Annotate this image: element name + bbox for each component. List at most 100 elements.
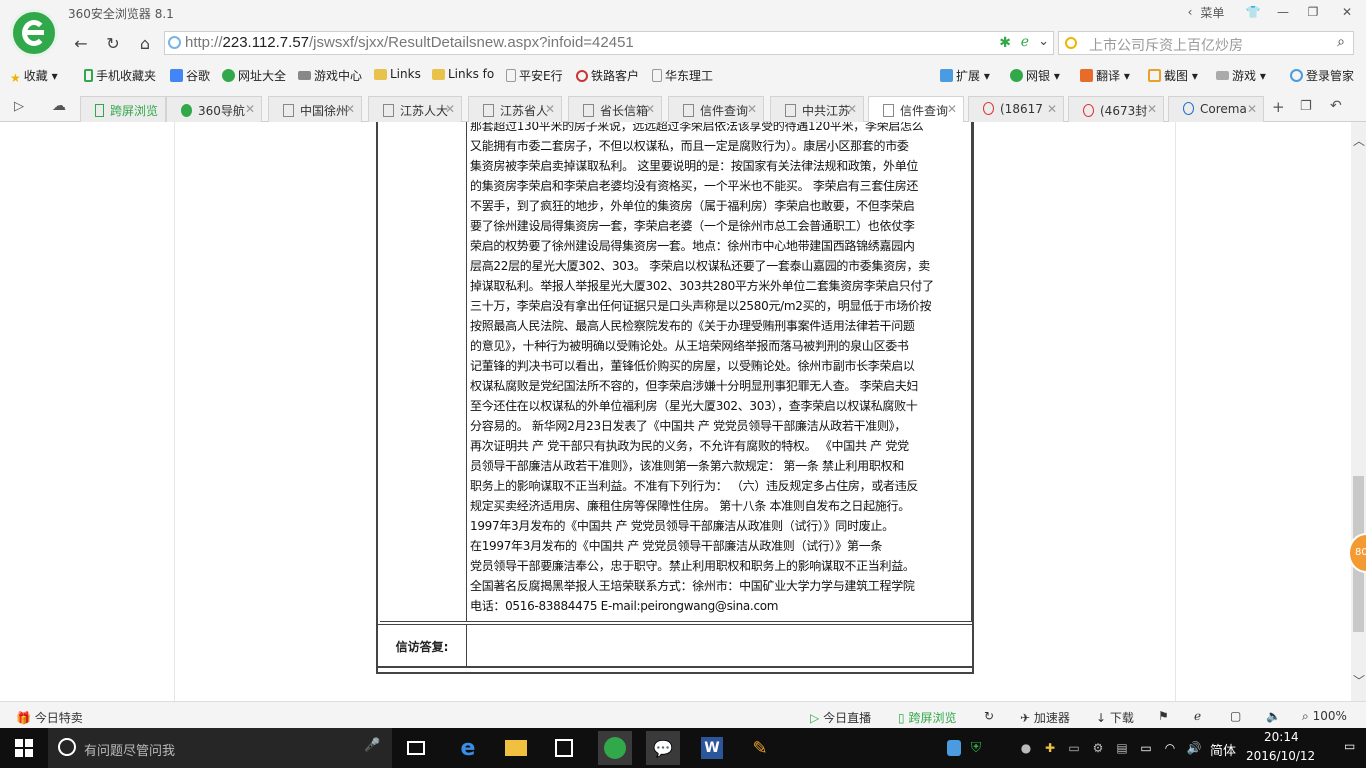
close-icon[interactable]: ✕ <box>947 102 957 116</box>
back-icon[interactable]: ← <box>68 31 94 55</box>
phone-icon <box>84 69 93 82</box>
action-center-icon[interactable]: ▭ <box>1344 739 1355 753</box>
volume-icon[interactable]: 🔊 <box>1180 734 1208 762</box>
magnifier-icon: ⌕ <box>1302 709 1309 723</box>
bookmark-links-fo[interactable]: Links fo <box>432 67 494 81</box>
refresh-status-icon[interactable]: ↻ <box>984 709 994 723</box>
security-icon[interactable]: ✱ <box>999 35 1011 51</box>
cloud-icon[interactable]: ☁ <box>52 98 66 114</box>
minimize-icon[interactable]: — <box>1268 0 1298 24</box>
tab-weibo-1[interactable]: (18617 ✕ <box>968 96 1064 122</box>
bookmark-pingan[interactable]: 平安E行 <box>506 67 563 84</box>
vertical-scrollbar[interactable]: ︿ ﹀ <box>1351 122 1366 701</box>
phone-icon: ▯ <box>898 711 905 725</box>
sidebar-toggle-icon[interactable]: ▷ <box>14 99 24 114</box>
flag-icon[interactable]: ⚑ <box>1158 709 1169 723</box>
search-icon[interactable]: ⌕ <box>1337 34 1345 50</box>
edge-icon[interactable]: e <box>454 734 482 762</box>
ime-indicator[interactable]: 简体 <box>1210 740 1236 759</box>
new-tab-icon[interactable]: + <box>1272 98 1285 116</box>
cortana-search[interactable]: 有问题尽管问我 🎤 <box>48 728 392 768</box>
live-button[interactable]: ▷ 今日直播 <box>810 709 871 726</box>
close-icon[interactable]: ✕ <box>1247 102 1257 116</box>
translate-button[interactable]: 翻译 ▾ <box>1080 67 1130 84</box>
tab-weibo-2[interactable]: (4673封 ✕ <box>1068 96 1164 122</box>
bookmark-hao360[interactable]: 网址大全 <box>222 67 286 84</box>
home-icon[interactable]: ⌂ <box>132 31 158 55</box>
tab-list-icon[interactable]: ❐ <box>1300 99 1312 114</box>
tray-shield-icon[interactable]: ⛨ <box>962 734 990 762</box>
daily-deals-button[interactable]: 🎁 今日特卖 <box>16 709 83 726</box>
bookmark-ecust[interactable]: 华东理工 <box>652 67 713 84</box>
scroll-up-icon[interactable]: ︿ <box>1353 132 1365 149</box>
address-bar[interactable]: http://223.112.7.57/jswsxf/sjxx/ResultDe… <box>164 31 1054 55</box>
360-browser-taskbar-icon[interactable] <box>598 731 632 765</box>
tab-jiangsu-npc[interactable]: 江苏人大 ✕ <box>368 96 462 122</box>
rocket-icon: ✈ <box>1020 711 1031 725</box>
bookmark-mobile[interactable]: 手机收藏夹 <box>84 67 156 84</box>
login-manager-button[interactable]: 登录管家 <box>1290 67 1354 84</box>
bookmark-railway[interactable]: 铁路客户 <box>576 67 639 84</box>
close-icon[interactable]: ✕ <box>245 102 255 116</box>
close-icon[interactable]: ✕ <box>345 102 355 116</box>
tab-cross-screen[interactable]: 跨屏浏览 <box>80 96 166 122</box>
bookmark-links[interactable]: Links <box>374 67 421 81</box>
chevron-down-icon[interactable]: ⌄ <box>1038 34 1049 49</box>
close-icon[interactable]: ✕ <box>747 102 757 116</box>
microphone-icon[interactable]: 🎤 <box>364 738 380 753</box>
store-icon[interactable] <box>550 734 578 762</box>
close-icon[interactable]: ✕ <box>1147 102 1157 116</box>
sound-icon[interactable]: 🔈 <box>1266 709 1281 723</box>
extensions-button[interactable]: 扩展 ▾ <box>940 67 990 84</box>
letter-line: 的集资房李荣启和李荣启老婆均没有资格买，一个平米也不能买。 李荣启有三套住房还 <box>470 179 919 193</box>
grid-icon <box>940 69 953 82</box>
close-icon[interactable]: ✕ <box>1330 0 1364 24</box>
task-view-icon[interactable] <box>402 734 430 762</box>
scroll-down-icon[interactable]: ﹀ <box>1353 672 1365 689</box>
globe-icon <box>168 36 181 49</box>
cross-screen-button[interactable]: ▯ 跨屏浏览 <box>898 709 956 726</box>
compat-mode-icon[interactable]: ℯ <box>1021 34 1029 50</box>
word-icon[interactable]: W <box>698 734 726 762</box>
menu-button[interactable]: ‹ 菜单 <box>1180 0 1232 24</box>
key-icon <box>1290 69 1303 82</box>
window-icon[interactable]: ▢ <box>1230 709 1241 723</box>
refresh-icon[interactable]: ↻ <box>100 31 126 55</box>
undo-close-icon[interactable]: ↶ <box>1330 98 1342 114</box>
tab-letter-query-1[interactable]: 信件查询 ✕ <box>668 96 764 122</box>
maximize-icon[interactable]: ❐ <box>1298 0 1328 24</box>
tab-jiangsu-province[interactable]: 江苏省人 ✕ <box>468 96 562 122</box>
tab-letter-query-active[interactable]: 信件查询 ✕ <box>868 96 964 123</box>
close-icon[interactable]: ✕ <box>1047 102 1057 116</box>
tab-360-nav[interactable]: 360导航 ✕ <box>166 96 262 122</box>
search-input[interactable]: 上市公司斥资上百亿炒房 ⌕ <box>1058 31 1354 55</box>
wechat-icon[interactable]: 💬 <box>646 731 680 765</box>
tab-corema[interactable]: Corema ✕ <box>1168 96 1264 122</box>
file-explorer-icon[interactable] <box>502 734 530 762</box>
skin-icon[interactable]: 👕 <box>1240 0 1266 24</box>
accelerator-button[interactable]: ✈ 加速器 <box>1020 709 1070 726</box>
ebank-button[interactable]: 网银 ▾ <box>1010 67 1060 84</box>
close-icon[interactable]: ✕ <box>645 102 655 116</box>
games-button[interactable]: 游戏 ▾ <box>1216 67 1266 84</box>
letter-line: 集资房被李荣启卖掉谋取私利。 这里要说明的是：按国家有关法律法规和政策，外单位 <box>470 159 919 173</box>
zoom-control[interactable]: ⌕ 100% <box>1302 709 1347 724</box>
close-icon[interactable]: ✕ <box>545 102 555 116</box>
download-button[interactable]: ↓ 下载 <box>1096 709 1134 726</box>
paint-icon[interactable]: ✎ <box>746 734 774 762</box>
clock-date[interactable]: 2016/10/12 <box>1246 749 1315 763</box>
windows-start-icon[interactable] <box>10 734 38 762</box>
ie-compat-icon[interactable]: ℯ <box>1194 709 1201 723</box>
letter-line: 要了徐州建设局得集资房一套，李荣启老婆（一个是徐州市总工会普通职工）也依仗李 <box>470 219 915 233</box>
tab-xuzhou[interactable]: 中国徐州 ✕ <box>268 96 362 122</box>
bookmark-favorites[interactable]: ★ 收藏 ▾ <box>10 67 58 85</box>
bookmark-google[interactable]: 谷歌 <box>170 67 210 84</box>
clock-time[interactable]: 20:14 <box>1264 730 1299 744</box>
rail-icon <box>576 70 588 82</box>
close-icon[interactable]: ✕ <box>445 102 455 116</box>
tab-governor-mailbox[interactable]: 省长信箱 ✕ <box>568 96 662 122</box>
close-icon[interactable]: ✕ <box>847 102 857 116</box>
tab-cpc-jiangsu[interactable]: 中共江苏 ✕ <box>770 96 864 122</box>
bookmark-games[interactable]: 游戏中心 <box>298 67 362 84</box>
screenshot-button[interactable]: 截图 ▾ <box>1148 67 1198 84</box>
